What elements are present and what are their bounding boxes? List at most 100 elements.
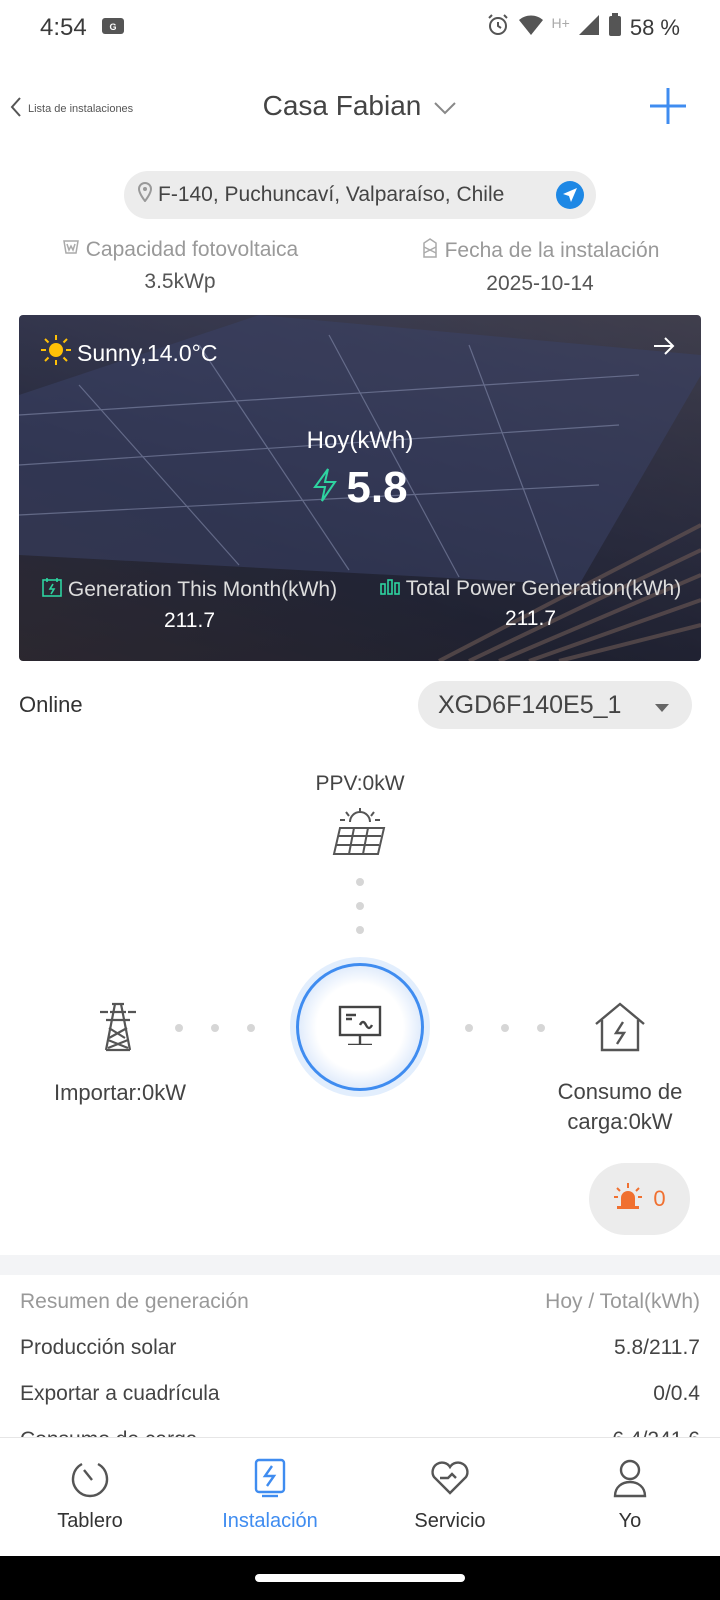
summary-row-value: 0/0.4	[653, 1382, 700, 1405]
today-label: Hoy(kWh)	[306, 427, 414, 454]
month-generation: Generation This Month(kWh) 211.7	[19, 577, 360, 633]
gauge-icon	[68, 1456, 112, 1500]
lightning-icon	[312, 463, 338, 513]
flow-dot	[356, 878, 364, 886]
location-pin-icon	[137, 181, 153, 208]
today-energy: 5.8	[19, 463, 701, 513]
address-pill[interactable]: F-140, Puchuncaví, Valparaíso, Chile	[124, 171, 596, 219]
details-arrow-button[interactable]	[653, 337, 675, 360]
generation-summary: Resumen de generación Hoy / Total(kWh) P…	[20, 1290, 700, 1437]
flow-dot	[501, 1024, 509, 1032]
caret-down-icon	[654, 691, 670, 720]
app-header: Lista de instalaciones Casa Fabian	[0, 80, 720, 140]
total-generation: Total Power Generation(kWh) 211.7	[360, 577, 701, 633]
install-date-info: Fecha de la instalación 2025-10-14	[360, 238, 720, 296]
bottom-navigation: Tablero Instalación Servicio Yo	[0, 1437, 720, 1556]
month-value: 211.7	[164, 609, 215, 632]
summary-row-value: 6.4/241.6	[612, 1428, 700, 1437]
device-name: XGD6F140E5_1	[438, 690, 622, 719]
summary-row-label: Consumo de carga	[20, 1428, 197, 1437]
home-gesture-handle[interactable]	[255, 1574, 465, 1582]
nav-tab-service[interactable]: Servicio	[360, 1438, 540, 1556]
battery-level: 58 %	[629, 15, 680, 40]
signal-icon	[578, 14, 600, 42]
address-text: F-140, Puchuncaví, Valparaíso, Chile	[158, 183, 505, 206]
alarm-button[interactable]: 0	[589, 1163, 690, 1235]
grid-import-label: Importar:0kW	[53, 1080, 187, 1105]
nav-label: Yo	[618, 1510, 642, 1532]
summary-row: Exportar a cuadrícula 0/0.4	[20, 1382, 700, 1428]
install-date-value: 2025-10-14	[486, 272, 594, 295]
sun-icon	[39, 333, 73, 373]
installation-selector[interactable]: Casa Fabian	[0, 90, 720, 122]
flow-dot	[465, 1024, 473, 1032]
capacity-value: 3.5kWp	[144, 270, 216, 293]
summary-scroll-area[interactable]: Resumen de generación Hoy / Total(kWh) P…	[0, 1275, 720, 1437]
inverter-node[interactable]	[296, 963, 424, 1091]
nav-tab-installation[interactable]: Instalación	[180, 1438, 360, 1556]
nav-label: Tablero	[57, 1510, 123, 1532]
page-title: Casa Fabian	[262, 90, 422, 121]
bar-chart-icon	[379, 577, 400, 601]
solar-panel-icon	[332, 808, 388, 861]
notification-icon: G	[101, 14, 125, 42]
construction-icon	[421, 238, 439, 264]
system-gesture-bar	[0, 1556, 720, 1600]
status-bar: 4:54 G H+ 58 %	[0, 0, 720, 56]
device-selector[interactable]: XGD6F140E5_1	[418, 681, 692, 729]
svg-text:G: G	[109, 22, 116, 32]
total-value: 211.7	[505, 607, 556, 630]
navigation-arrow-icon	[563, 188, 577, 202]
flow-dot	[247, 1024, 255, 1032]
total-label: Total Power Generation(kWh)	[405, 577, 682, 600]
plus-icon	[648, 88, 688, 130]
alarm-clock-icon	[486, 13, 510, 43]
installation-icon	[248, 1456, 292, 1500]
wifi-icon	[518, 14, 544, 42]
weather-text: Sunny,14.0°C	[77, 339, 218, 366]
install-date-label: Fecha de la instalación	[444, 239, 660, 262]
summary-row-label: Exportar a cuadrícula	[20, 1382, 220, 1405]
today-value: 5.8	[346, 463, 408, 512]
nav-label: Servicio	[414, 1510, 486, 1532]
flow-dot	[537, 1024, 545, 1032]
nav-label: Instalación	[222, 1510, 318, 1532]
power-tower-icon	[96, 1002, 140, 1057]
nav-tab-me[interactable]: Yo	[540, 1438, 720, 1556]
siren-icon	[613, 1182, 643, 1216]
flow-dot	[175, 1024, 183, 1032]
calendar-icon	[42, 577, 62, 603]
section-divider	[0, 1255, 720, 1275]
capacity-label: Capacidad fotovoltaica	[85, 238, 299, 261]
weather-info: Sunny,14.0°C	[39, 333, 217, 373]
inverter-icon	[338, 1005, 382, 1050]
heart-hands-icon	[428, 1456, 472, 1500]
month-label: Generation This Month(kWh)	[67, 578, 338, 601]
summary-row: Producción solar 5.8/211.7	[20, 1336, 700, 1382]
flow-dot	[356, 902, 364, 910]
summary-row-value: 5.8/211.7	[613, 1336, 700, 1359]
capacity-icon	[62, 238, 80, 262]
load-consumption-label: Consumo de carga:0kW	[557, 1079, 683, 1134]
generation-card[interactable]: Sunny,14.0°C Hoy(kWh) 5.8 Generation Thi…	[19, 315, 701, 661]
navigate-button[interactable]	[556, 181, 584, 209]
user-icon	[608, 1456, 652, 1500]
summary-header: Resumen de generación Hoy / Total(kWh)	[20, 1290, 700, 1336]
status-time: 4:54	[40, 14, 87, 41]
summary-units: Hoy / Total(kWh)	[545, 1290, 700, 1313]
summary-row-label: Producción solar	[20, 1336, 177, 1359]
home-load-icon	[594, 1002, 646, 1057]
nav-tab-dashboard[interactable]: Tablero	[0, 1438, 180, 1556]
summary-row: Consumo de carga 6.4/241.6	[20, 1428, 700, 1437]
pv-power-label: PPV:0kW	[315, 772, 405, 795]
add-installation-button[interactable]	[648, 86, 688, 131]
alarm-count: 0	[653, 1186, 666, 1211]
installation-info: Capacidad fotovoltaica 3.5kWp Fecha de l…	[0, 238, 720, 296]
device-status: Online	[19, 692, 83, 717]
summary-title: Resumen de generación	[20, 1290, 249, 1313]
capacity-info: Capacidad fotovoltaica 3.5kWp	[0, 238, 360, 296]
flow-dot	[211, 1024, 219, 1032]
arrow-right-icon	[654, 337, 675, 355]
flow-dot	[356, 926, 364, 934]
battery-icon	[608, 13, 622, 43]
